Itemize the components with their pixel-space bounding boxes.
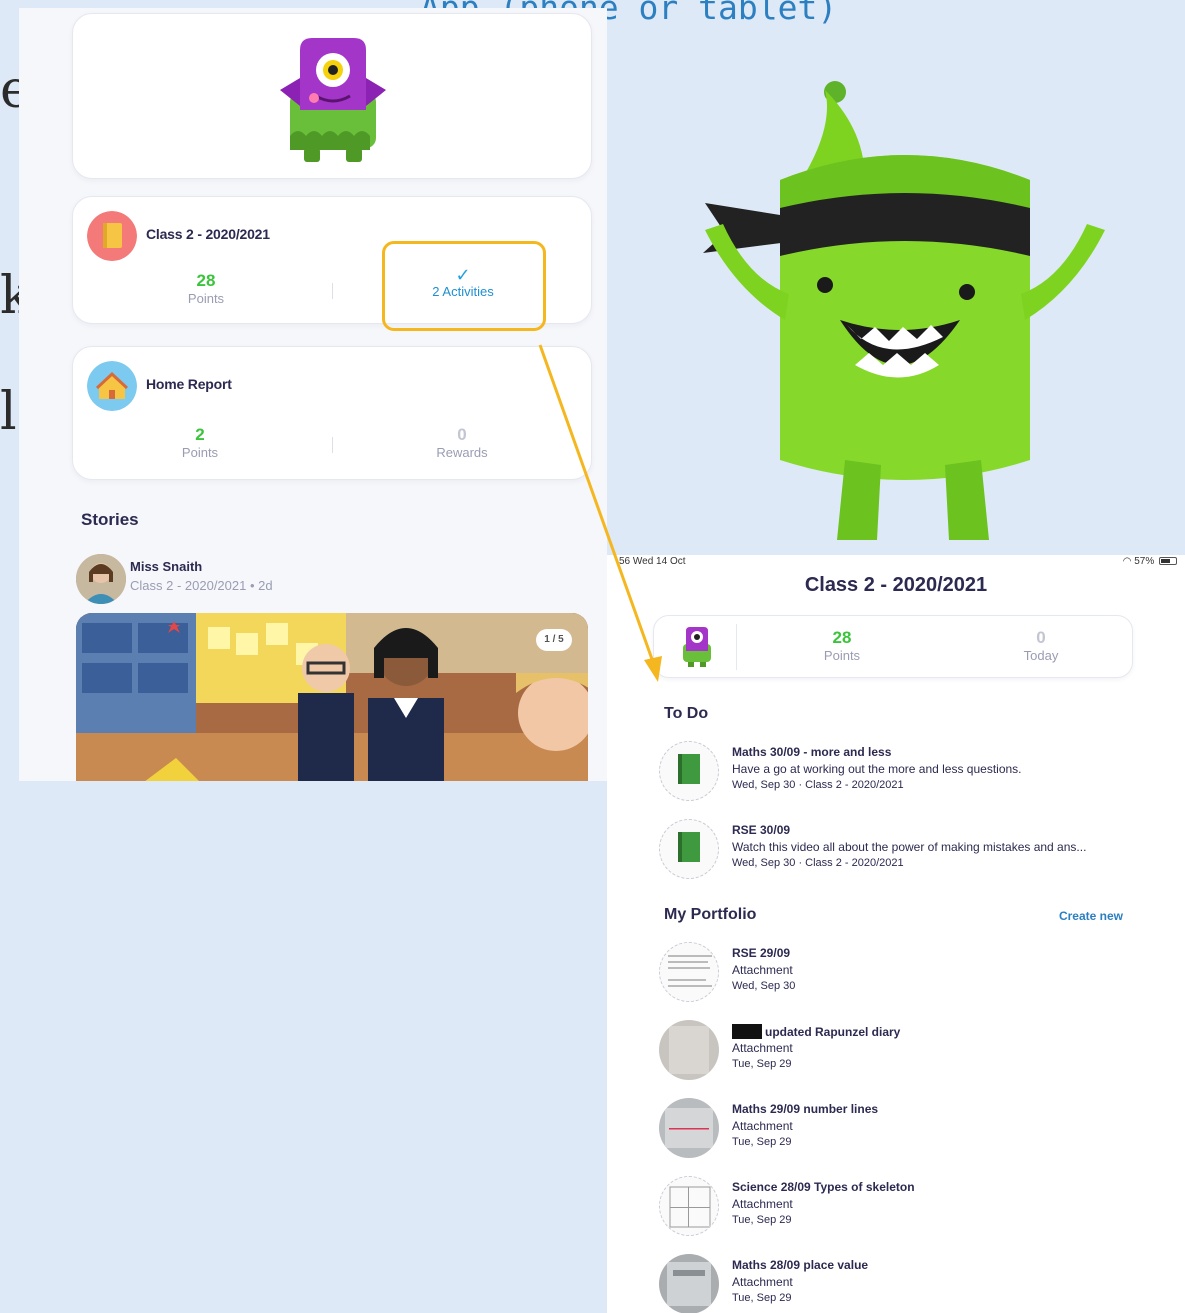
monster-avatar-icon bbox=[280, 38, 386, 162]
portfolio-item[interactable]: RSE 29/09 Attachment Wed, Sep 30 bbox=[659, 942, 1179, 1006]
dash-points-stat: 28 Points bbox=[823, 628, 861, 663]
assignment-thumbnail bbox=[659, 819, 719, 879]
wifi-icon: ◠ bbox=[1122, 556, 1132, 567]
story-meta: Class 2 - 2020/2021 • 2d bbox=[130, 578, 273, 593]
teacher-avatar[interactable] bbox=[76, 554, 126, 604]
class-book-icon bbox=[87, 211, 137, 261]
attachment-thumbnail bbox=[659, 1020, 719, 1080]
todo-heading: To Do bbox=[664, 705, 709, 722]
attachment-thumbnail bbox=[659, 1098, 719, 1158]
portfolio-item[interactable]: Maths 29/09 number lines Attachment Tue,… bbox=[659, 1098, 1179, 1162]
status-indicators: ◠ 57% bbox=[1123, 556, 1177, 567]
dashboard-title: Class 2 - 2020/2021 bbox=[804, 574, 988, 596]
home-report-title: Home Report bbox=[146, 376, 232, 392]
avatar-card[interactable] bbox=[72, 13, 592, 179]
attachment-thumbnail bbox=[659, 1254, 719, 1313]
activities-highlight-box bbox=[382, 241, 546, 331]
portfolio-heading: My Portfolio bbox=[664, 906, 757, 923]
story-author[interactable]: Miss Snaith bbox=[130, 559, 202, 574]
ninja-mascot-illustration bbox=[645, 40, 1185, 555]
assignment-thumbnail bbox=[659, 741, 719, 801]
student-app-screenshot: Class 2 - 2020/2021 28 Points Home Repor… bbox=[19, 8, 607, 781]
create-new-link[interactable]: Create new bbox=[1059, 909, 1123, 923]
portfolio-item[interactable]: Maths 28/09 place value Attachment Tue, … bbox=[659, 1254, 1179, 1313]
class-dashboard-screenshot: 56 Wed 14 Oct ◠ 57% Class 2 - 2020/2021 … bbox=[607, 555, 1185, 1313]
class-name: Class 2 - 2020/2021 bbox=[146, 226, 270, 242]
home-points-stat: 2 Points bbox=[181, 425, 219, 460]
attachment-thumbnail bbox=[659, 942, 719, 1002]
portfolio-item[interactable]: Science 28/09 Types of skeleton Attachme… bbox=[659, 1176, 1179, 1240]
class-points-stat: 28 Points bbox=[187, 271, 225, 306]
edge-text-fragment: l bbox=[0, 384, 16, 440]
monster-avatar-icon bbox=[683, 627, 711, 667]
todo-item[interactable]: Maths 30/09 - more and less Have a go at… bbox=[659, 741, 1179, 805]
status-time: 56 Wed 14 Oct bbox=[619, 556, 686, 567]
attachment-thumbnail bbox=[659, 1176, 719, 1236]
home-report-card[interactable]: Home Report 2 Points 0 Rewards bbox=[72, 346, 592, 480]
home-icon bbox=[87, 361, 137, 411]
todo-item[interactable]: RSE 30/09 Watch this video all about the… bbox=[659, 819, 1179, 883]
story-photo[interactable]: 1 / 5 bbox=[76, 613, 588, 781]
stories-heading: Stories bbox=[81, 510, 139, 529]
class-stats-card[interactable]: 28 Points 0 Today bbox=[653, 615, 1133, 678]
dash-today-stat: 0 Today bbox=[1023, 628, 1059, 663]
portfolio-item[interactable]: updated Rapunzel diary Attachment Tue, S… bbox=[659, 1020, 1179, 1084]
home-rewards-stat: 0 Rewards bbox=[436, 425, 488, 460]
photo-counter: 1 / 5 bbox=[536, 629, 572, 651]
redaction-bar bbox=[732, 1024, 762, 1039]
battery-icon bbox=[1159, 557, 1177, 566]
